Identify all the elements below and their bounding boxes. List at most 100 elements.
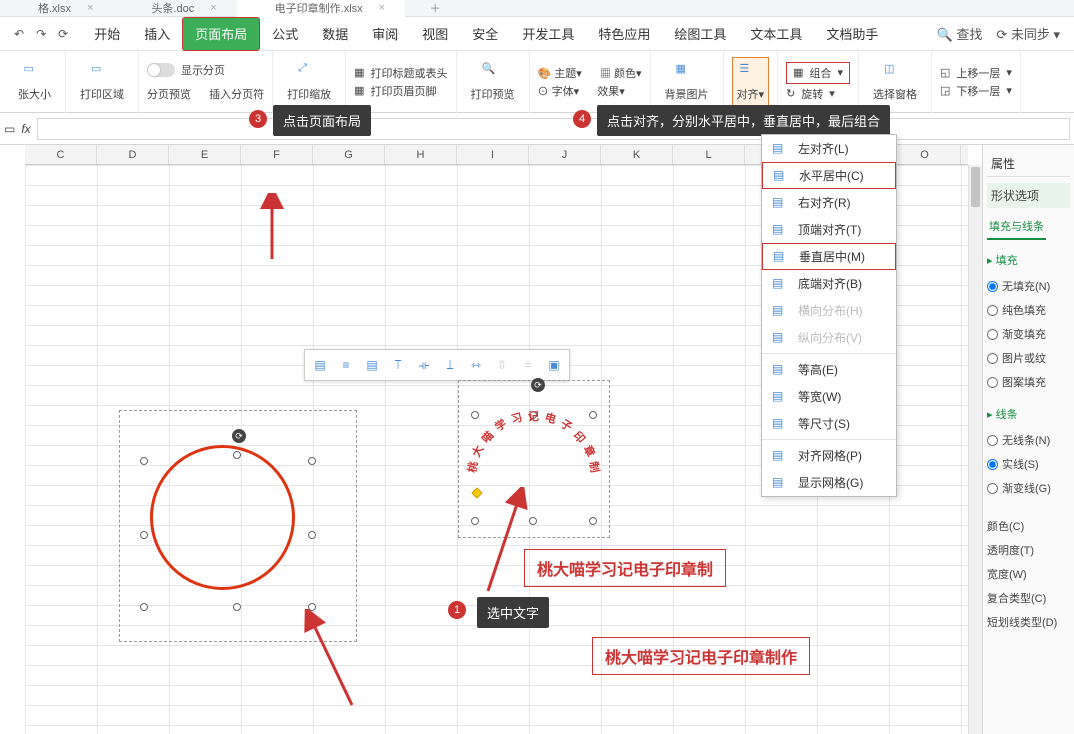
- pagebreak-preview[interactable]: 分页预览: [147, 86, 191, 102]
- align-top-icon[interactable]: ⟙: [387, 354, 409, 376]
- close-icon[interactable]: ×: [210, 2, 216, 14]
- rib-tab[interactable]: 开发工具: [510, 17, 586, 51]
- format-option[interactable]: 纯色填充: [987, 298, 1070, 322]
- align-center-icon[interactable]: ≡: [335, 354, 357, 376]
- redo-icon[interactable]: ↷: [36, 27, 46, 41]
- sync-status[interactable]: ⟳ 未同步 ▾: [996, 24, 1060, 43]
- theme-button[interactable]: 🎨 主题▾: [538, 65, 582, 81]
- rib-tab[interactable]: 文本工具: [738, 17, 814, 51]
- rib-tab[interactable]: 安全: [460, 17, 510, 51]
- print-header-button[interactable]: ▦ 打印标题或表头: [354, 65, 447, 81]
- format-property[interactable]: 颜色(C): [987, 514, 1070, 538]
- doc-tab[interactable]: 格.xlsx×: [0, 0, 113, 17]
- col-header[interactable]: E: [169, 145, 241, 164]
- format-option[interactable]: 无线条(N): [987, 428, 1070, 452]
- rotate-handle-icon[interactable]: ⟳: [232, 429, 246, 443]
- group-button[interactable]: ▦ 组合▾: [786, 62, 850, 84]
- col-header[interactable]: L: [673, 145, 745, 164]
- distribute-h-icon[interactable]: ⇿: [465, 354, 487, 376]
- align-menu-item[interactable]: ▤对齐网格(P): [762, 442, 896, 469]
- align-right-icon[interactable]: ▤: [361, 354, 383, 376]
- col-header[interactable]: I: [457, 145, 529, 164]
- format-option[interactable]: 无填充(N): [987, 274, 1070, 298]
- align-bottom-icon[interactable]: ⟘: [439, 354, 461, 376]
- align-option-icon: ▤: [772, 303, 788, 319]
- rib-tab[interactable]: 特色应用: [586, 17, 662, 51]
- align-menu-item[interactable]: ▤顶端对齐(T): [762, 216, 896, 243]
- format-property[interactable]: 短划线类型(D): [987, 610, 1070, 634]
- align-menu-item[interactable]: ▤右对齐(R): [762, 189, 896, 216]
- format-property[interactable]: 透明度(T): [987, 538, 1070, 562]
- rib-tab[interactable]: 绘图工具: [662, 17, 738, 51]
- scroll-thumb[interactable]: [971, 167, 980, 207]
- align-menu-item[interactable]: ▤等高(E): [762, 356, 896, 383]
- align-menu-item[interactable]: ▤底端对齐(B): [762, 270, 896, 297]
- format-property[interactable]: 宽度(W): [987, 562, 1070, 586]
- align-button[interactable]: ☰对齐▾: [732, 57, 770, 107]
- rib-tab[interactable]: 插入: [132, 17, 182, 51]
- format-option[interactable]: 实线(S): [987, 452, 1070, 476]
- rib-tab[interactable]: 公式: [260, 17, 310, 51]
- rotate-button[interactable]: ↻ 旋转▾: [786, 86, 850, 102]
- color-button[interactable]: ▦ 颜色▾: [600, 65, 642, 81]
- align-menu-item[interactable]: ▤显示网格(G): [762, 469, 896, 496]
- align-left-icon[interactable]: ▤: [309, 354, 331, 376]
- col-header[interactable]: F: [241, 145, 313, 164]
- find-button[interactable]: 🔍 查找: [937, 24, 983, 43]
- format-option[interactable]: 图案填充: [987, 370, 1070, 394]
- close-icon[interactable]: ×: [87, 2, 93, 14]
- rib-tab[interactable]: 文档助手: [814, 17, 890, 51]
- rib-tab[interactable]: 审阅: [360, 17, 410, 51]
- rib-tab[interactable]: 数据: [310, 17, 360, 51]
- show-pagebreak-toggle[interactable]: 显示分页: [147, 62, 264, 78]
- col-header[interactable]: J: [529, 145, 601, 164]
- close-icon[interactable]: ×: [379, 2, 385, 14]
- font-button[interactable]: ⊙ 字体▾: [538, 83, 580, 99]
- send-backward-button[interactable]: ◲ 下移一层▾: [940, 83, 1012, 99]
- print-hf-button[interactable]: ▦ 打印页眉页脚: [354, 83, 447, 99]
- group-icon[interactable]: ▣: [543, 354, 565, 376]
- format-option[interactable]: 图片或纹: [987, 346, 1070, 370]
- bg-image-button[interactable]: ▦背景图片: [659, 58, 715, 106]
- bring-forward-button[interactable]: ◱ 上移一层▾: [940, 65, 1012, 81]
- align-middle-icon[interactable]: ⟛: [413, 354, 435, 376]
- col-header[interactable]: K: [601, 145, 673, 164]
- col-header[interactable]: C: [25, 145, 97, 164]
- align-menu-item[interactable]: ▤垂直居中(M): [762, 243, 896, 270]
- col-header[interactable]: G: [313, 145, 385, 164]
- col-header[interactable]: H: [385, 145, 457, 164]
- print-scale-button[interactable]: ⤢打印缩放: [281, 58, 337, 106]
- format-option[interactable]: 渐变线(G): [987, 476, 1070, 500]
- rib-tab[interactable]: 开始: [82, 17, 132, 51]
- rib-tab[interactable]: 视图: [410, 17, 460, 51]
- format-property[interactable]: 复合类型(C): [987, 586, 1070, 610]
- shape-options-tab[interactable]: 形状选项: [991, 189, 1039, 203]
- align-menu-item[interactable]: ▤左对齐(L): [762, 135, 896, 162]
- format-option[interactable]: 渐变填充: [987, 322, 1070, 346]
- selection-pane-button[interactable]: ◫选择窗格: [867, 58, 923, 106]
- undo-icon[interactable]: ↶: [14, 27, 24, 41]
- fill-line-tab[interactable]: 填充与线条: [987, 214, 1046, 240]
- print-preview-button[interactable]: 🔍打印预览: [465, 58, 521, 106]
- insert-pagebreak[interactable]: 插入分页符: [209, 86, 264, 102]
- print-area-button[interactable]: ▭打印区域: [74, 58, 130, 106]
- col-header[interactable]: D: [97, 145, 169, 164]
- line-heading: ▸ 线条: [987, 406, 1070, 422]
- new-tab-button[interactable]: ＋: [405, 0, 465, 17]
- red-circle-shape[interactable]: [150, 445, 295, 590]
- col-header[interactable]: O: [889, 145, 961, 164]
- rib-tab-active[interactable]: 页面布局: [182, 17, 260, 51]
- align-menu-item[interactable]: ▤等尺寸(S): [762, 410, 896, 437]
- doc-tab[interactable]: 头条.doc×: [113, 0, 236, 17]
- step-badge-1: 1: [448, 601, 466, 619]
- arrow-icon: [260, 193, 290, 263]
- align-option-icon: ▤: [772, 330, 788, 346]
- effect-button[interactable]: 效果▾: [597, 83, 625, 99]
- page-size-button[interactable]: ▭张大小: [12, 58, 57, 106]
- doc-tab-active[interactable]: 电子印章制作.xlsx×: [237, 0, 405, 17]
- align-menu-item[interactable]: ▤水平居中(C): [762, 162, 896, 189]
- vertical-scrollbar[interactable]: [968, 165, 982, 734]
- refresh-icon[interactable]: ⟳: [58, 27, 68, 41]
- formula-input[interactable]: [37, 118, 1070, 140]
- align-menu-item[interactable]: ▤等宽(W): [762, 383, 896, 410]
